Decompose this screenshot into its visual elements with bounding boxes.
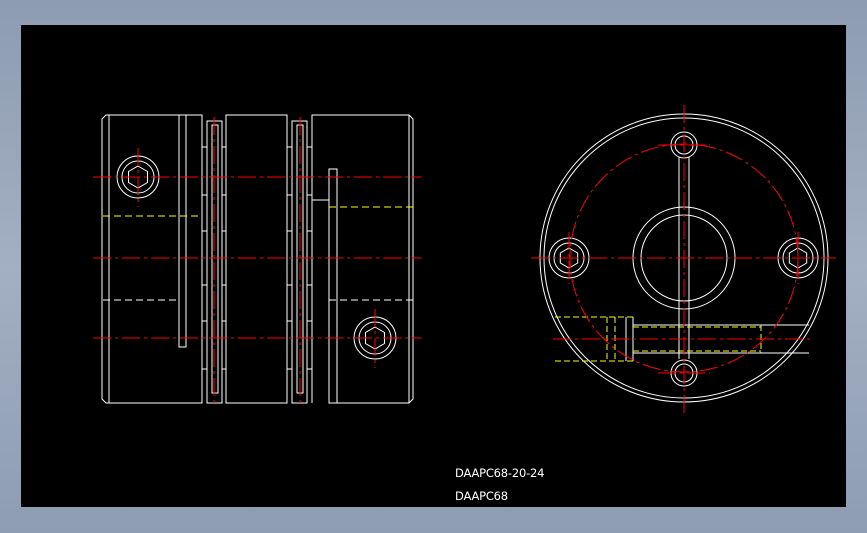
right-hub-slot (328, 168, 338, 404)
end-view (531, 105, 836, 413)
right-hub-body (311, 114, 414, 404)
disc-1 (211, 124, 219, 394)
cad-drawing (93, 105, 836, 413)
cad-viewport[interactable]: DAAPC68-20-24 DAAPC68 (21, 25, 846, 507)
center-spacer (225, 114, 288, 404)
side-view-outline (101, 114, 414, 404)
title-series: DAAPC68 (455, 489, 508, 503)
title-part-number: DAAPC68-20-24 (455, 466, 545, 480)
left-hub-slot (178, 114, 187, 348)
side-view (93, 114, 421, 405)
side-view-centerlines (93, 117, 421, 405)
left-hub-body (101, 114, 203, 404)
side-view-hidden-lines (103, 206, 413, 217)
end-view-centerlines (531, 105, 836, 413)
